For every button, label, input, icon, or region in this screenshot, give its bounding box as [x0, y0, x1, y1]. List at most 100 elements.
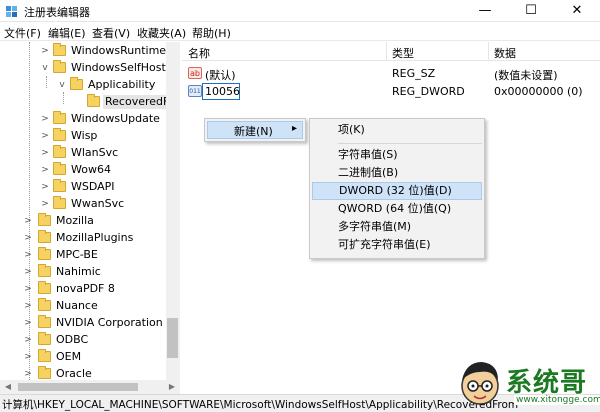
submenu-item-key[interactable]: 项(K)	[312, 122, 482, 140]
tree-item-label: NVIDIA Corporation	[56, 316, 163, 329]
tree-item-label: Nuance	[56, 299, 98, 312]
tree-item-selected[interactable]: RecoveredFr	[0, 94, 176, 110]
folder-icon	[38, 332, 51, 345]
chevron-right-icon[interactable]: >	[23, 249, 33, 261]
tree-item[interactable]: > Wow64	[0, 162, 166, 178]
menu-help[interactable]: 帮助(H)	[192, 25, 231, 41]
menu-favorites[interactable]: 收藏夹(A)	[137, 25, 186, 41]
tree-item[interactable]: v Applicability	[0, 77, 166, 93]
tree-item-label: WindowsRuntime	[71, 44, 167, 57]
folder-icon	[38, 349, 51, 362]
tree-item-label: RecoveredFr	[103, 95, 176, 109]
folder-icon	[53, 128, 66, 141]
column-divider[interactable]	[386, 42, 387, 61]
chevron-right-icon[interactable]: >	[23, 368, 33, 380]
context-menu-new[interactable]: 新建(N) ▸	[207, 121, 303, 139]
tree-item[interactable]: > ODBC	[0, 332, 166, 348]
watermark: 系统哥 www.xitongge.com	[456, 356, 600, 412]
chevron-right-icon[interactable]: >	[40, 113, 50, 125]
folder-icon	[53, 162, 66, 175]
tree-item[interactable]: > WindowsRuntime	[0, 43, 166, 59]
close-button[interactable]: ✕	[554, 0, 600, 22]
chevron-down-icon[interactable]: v	[57, 79, 67, 91]
value-row[interactable]: 011 10056 REG_DWORD 0x00000000 (0)	[182, 82, 600, 101]
value-type: REG_SZ	[392, 67, 436, 80]
chevron-right-icon[interactable]: >	[23, 283, 33, 295]
submenu-item-multi-string[interactable]: 多字符串值(M)	[312, 219, 482, 237]
submenu-arrow-icon: ▸	[292, 123, 298, 134]
tree-horizontal-thumb[interactable]	[18, 383, 138, 391]
folder-icon	[87, 94, 100, 107]
tree-item[interactable]: > Nahimic	[0, 264, 166, 280]
chevron-right-icon[interactable]: >	[40, 130, 50, 142]
chevron-right-icon[interactable]: >	[23, 317, 33, 329]
tree-item[interactable]: > MPC-BE	[0, 247, 166, 263]
tree-item-label: WwanSvc	[71, 197, 125, 210]
chevron-right-icon[interactable]: >	[23, 215, 33, 227]
tree-item[interactable]: v WindowsSelfHost	[0, 60, 166, 76]
column-type[interactable]: 类型	[392, 45, 414, 61]
folder-icon	[53, 60, 66, 73]
new-submenu: 项(K) 字符串值(S) 二进制值(B) DWORD (32 位)值(D) QW…	[309, 118, 485, 259]
tree-item-label: Mozilla	[56, 214, 94, 227]
tree-item[interactable]: > Wisp	[0, 128, 166, 144]
submenu-item-dword[interactable]: DWORD (32 位)值(D)	[312, 182, 482, 200]
menu-separator	[338, 143, 482, 144]
value-row[interactable]: ab (默认) REG_SZ (数值未设置)	[182, 64, 600, 83]
tree-item-label: ODBC	[56, 333, 89, 346]
submenu-item-qword[interactable]: QWORD (64 位)值(Q)	[312, 201, 482, 219]
tree-item[interactable]: > MozillaPlugins	[0, 230, 166, 246]
tree-item-label: Nahimic	[56, 265, 101, 278]
rename-input[interactable]: 10056	[202, 83, 240, 100]
scroll-right-icon[interactable]: ▶	[166, 380, 178, 394]
chevron-right-icon[interactable]: >	[23, 266, 33, 278]
chevron-right-icon[interactable]: >	[40, 181, 50, 193]
tree-item[interactable]: > Mozilla	[0, 213, 166, 229]
submenu-item-expandable-string[interactable]: 可扩充字符串值(E)	[312, 237, 482, 255]
tree-item[interactable]: > OEM	[0, 349, 166, 365]
folder-icon	[38, 213, 51, 226]
tree-item[interactable]: > novaPDF 8	[0, 281, 166, 297]
chevron-right-icon[interactable]: >	[40, 147, 50, 159]
chevron-down-icon[interactable]: v	[40, 62, 50, 74]
menu-edit[interactable]: 编辑(E)	[48, 25, 86, 41]
tree-scroll-thumb[interactable]	[167, 318, 178, 358]
value-type: REG_DWORD	[392, 85, 465, 98]
tree-item[interactable]: > WlanSvc	[0, 145, 166, 161]
column-data[interactable]: 数据	[494, 45, 516, 61]
folder-icon	[70, 77, 83, 90]
tree-item[interactable]: > Nuance	[0, 298, 166, 314]
folder-icon	[38, 298, 51, 311]
registry-editor-icon	[6, 6, 17, 17]
watermark-name: 系统哥	[506, 368, 588, 398]
tree-item[interactable]: > WwanSvc	[0, 196, 166, 212]
tree-item[interactable]: > NVIDIA Corporation	[0, 315, 166, 331]
menu-file[interactable]: 文件(F)	[4, 25, 41, 41]
tree-item[interactable]: > WSDAPI	[0, 179, 166, 195]
chevron-right-icon[interactable]: >	[40, 198, 50, 210]
maximize-button[interactable]: ☐	[508, 0, 554, 22]
tree-item-label: OEM	[56, 350, 82, 363]
chevron-right-icon[interactable]: >	[23, 300, 33, 312]
title-bar: 注册表编辑器 — ☐ ✕	[0, 0, 600, 22]
context-menu: 新建(N) ▸	[204, 118, 306, 142]
folder-icon	[38, 230, 51, 243]
folder-icon	[53, 43, 66, 56]
menu-view[interactable]: 查看(V)	[92, 25, 130, 41]
chevron-right-icon[interactable]: >	[40, 164, 50, 176]
tree-item-label: Wisp	[71, 129, 98, 142]
scroll-left-icon[interactable]: ◀	[2, 380, 14, 394]
folder-icon	[53, 111, 66, 124]
tree-item-label: WSDAPI	[71, 180, 115, 193]
chevron-right-icon[interactable]: >	[40, 45, 50, 57]
binary-value-icon: 011	[188, 85, 202, 97]
tree-item[interactable]: > WindowsUpdate	[0, 111, 166, 127]
submenu-item-string[interactable]: 字符串值(S)	[312, 147, 482, 165]
chevron-right-icon[interactable]: >	[23, 351, 33, 363]
submenu-item-binary[interactable]: 二进制值(B)	[312, 165, 482, 183]
chevron-right-icon[interactable]: >	[23, 334, 33, 346]
minimize-button[interactable]: —	[462, 0, 508, 22]
chevron-right-icon[interactable]: >	[23, 232, 33, 244]
column-name[interactable]: 名称	[188, 45, 210, 61]
column-divider[interactable]	[488, 42, 489, 61]
